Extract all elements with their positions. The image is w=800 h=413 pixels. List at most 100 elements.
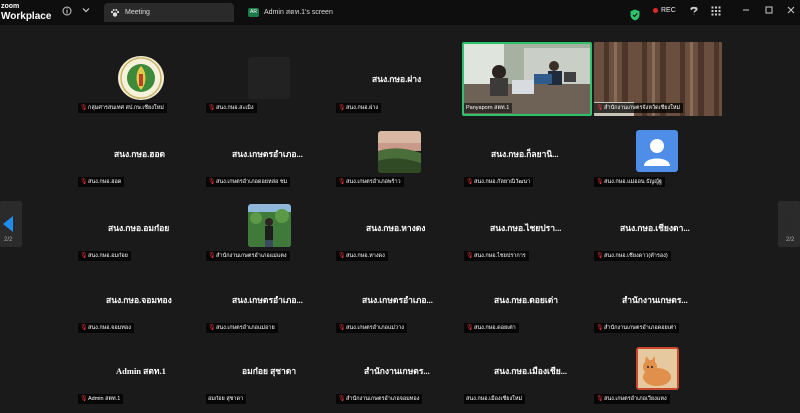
mic-muted-icon: 🎙 [596,104,604,111]
participant-photo-person [248,204,291,247]
participant-display-name: สนง.เกษตรอำเภอ... [232,295,303,305]
participant-name: สนง.กษอ.ฮอด [88,179,122,185]
participant-display-name: สำนักงานเกษตร... [622,295,688,305]
participant-name-tag: 🎙 สนง.เกษตรอำเภอดอยหล่อ ชม [206,177,291,187]
chevron-down-icon[interactable] [80,6,92,18]
participant-display-name: อมก๋อย สุชาดา [242,366,297,376]
mic-muted-icon: 🎙 [596,324,604,331]
participant-name-tag: 🎙 Admin สตท.1 [78,394,124,404]
page-indicator-right: 2/2 [786,237,795,243]
page-indicator-left: 2/2 [4,237,13,243]
mic-muted-icon: 🎙 [80,104,88,111]
participant-display-name: สนง.กษอ.อมก๋อย [108,223,170,233]
participant-display-name: สนง.เกษตรอำเภอ... [232,149,303,159]
participant-display-name: Admin สตท.1 [116,366,166,376]
participant-name: Panyaporn สตท.1 [466,105,510,111]
participant-name: สนง.กษอ.ไชยปราการ [474,253,526,259]
apps-grid-icon[interactable] [710,6,722,18]
participant-name-tag: 🎙 สนง.เกษตรอำเภอแม่วาง [336,323,407,333]
participant-name-tag: 🎙 สนง.กษอ.จอมทอง [78,323,134,333]
participant-display-name: สนง.กษอ.ก็ลยานิ... [491,149,559,159]
mic-muted-icon: 🎙 [80,252,88,259]
participant-name-tag: 🎙 สนง.กษอ.ฝาง [336,103,382,113]
participant-name: สำนักงานเกษตรอำเภอดอยเต่า [604,325,677,331]
participant-photo-cat [636,347,679,390]
participant-name: สำนักงานเกษตรจังหวัดเชียงใหม่ [604,105,681,111]
participant-display-name: สำนักงานเกษตร... [364,366,430,376]
participant-display-name: สนง.กษอ.เมืองเชีย... [494,366,568,376]
participant-video-off [248,57,290,99]
participant-name: สนง.กษอ.อมก๋อย [88,253,128,259]
mic-muted-icon: 🎙 [338,104,346,111]
participant-name-tag: 🎙 สนง.เกษตรอำเภอแม่อาย [206,323,278,333]
help-icon[interactable] [688,6,700,18]
title-bar: zoom Workplace Meeting AR Admin สตท.1's … [0,0,800,25]
default-avatar-icon [636,130,678,172]
participant-name-tag: 🎙 กลุ่มศารสนเทศ สป.กษ.เชียงใหม่ [78,103,167,113]
participant-display-name: สนง.กษอ.ไชยปรา... [490,223,562,233]
mic-muted-icon: 🎙 [208,104,216,111]
shield-icon[interactable] [630,6,640,21]
participant-name-tag: 🎙 สนง.กษอ.ฮอด [78,177,125,187]
tab-meeting[interactable]: Meeting [104,3,234,22]
gallery-grid: 2/2 2/2 🎙 กลุ่มศารสนเทศ สป.กษ.เชียงใหม่ 🎙… [0,25,800,413]
mic-muted-icon: 🎙 [208,178,216,185]
participant-photo-landscape [378,131,421,173]
participant-display-name: สนง.เกษตรอำเภอ... [362,295,433,305]
mic-muted-icon: 🎙 [80,178,88,185]
participant-display-name: สนง.กษอ.ฝาง [372,74,422,84]
mic-muted-icon: 🎙 [466,252,474,259]
tab-screen-label: Admin สตท.1's screen [264,9,333,16]
participant-name: กลุ่มศารสนเทศ สป.กษ.เชียงใหม่ [88,105,164,111]
rec-label: REC [661,7,676,14]
participant-name: สำนักงานเกษตรอำเภอแม่แตง [216,253,287,259]
participant-name: สำนักงานเกษตรอำเภอจอมทอง [346,396,420,402]
participant-name-tag: 🎙 สนง.กษอ.กัลยาณิวัฒนา [464,177,534,187]
participant-display-name: สนง.กษอ.หางดง [366,223,426,233]
mic-muted-icon: 🎙 [80,395,88,402]
participant-name: สนง.กษอ.ดอยเต่า [474,325,516,331]
recording-indicator[interactable]: REC [653,7,676,14]
mic-muted-icon: 🎙 [596,395,604,402]
mic-muted-icon: 🎙 [338,252,346,259]
tab-screen-badge: AR [248,8,259,17]
arrow-right-icon [785,216,795,232]
participant-name-tag: 🎙 สนง.เกษตรอำเภอเวียงแหง [594,394,670,404]
participant-name-tag: Panyaporn สตท.1 [464,103,513,113]
participant-name-tag: 🎙 สำนักงานเกษตรจังหวัดเชียงใหม่ [594,103,684,113]
paw-icon [110,8,120,18]
participant-name-tag: 🎙 สนง.กษอ.สะเมิง [206,103,257,113]
participant-name: สนง.เกษตรอำเภอดอยหล่อ ชม [216,179,288,185]
mic-muted-icon: 🎙 [338,395,346,402]
participant-name: สนง.กษอ.สะเมิง [216,105,254,111]
participant-name: สนง.กษอ.กัลยาณิวัฒนา [474,179,531,185]
participant-name: สนง.กษอ.แม่ออน ธัญญ์ฐ [604,179,662,185]
mic-muted-icon: 🎙 [596,252,604,259]
mic-muted-icon: 🎙 [466,178,474,185]
mic-muted-icon: 🎙 [338,324,346,331]
tab-screen-share[interactable]: AR Admin สตท.1's screen [244,3,384,22]
participant-name-tag: 🎙 สนง.เกษตรอำเภอพร้าว [336,177,404,187]
participant-name: Admin สตท.1 [88,396,121,402]
zoom-logo: zoom Workplace [1,2,51,22]
participant-name: สนง.กษอ.เมืองเชียงใหม่ [466,396,523,402]
participant-name: สนง.กษอ.เชียงดาว(ตำรอง) [604,253,668,259]
participant-name: สนง.เกษตรอำเภอเวียงแหง [604,396,667,402]
tab-meeting-label: Meeting [125,9,150,16]
participant-name: สนง.เกษตรอำเภอพร้าว [346,179,401,185]
minimize-icon[interactable] [740,6,752,18]
participant-name-tag: 🎙 สำนักงานเกษตรอำเภอดอยเต่า [594,323,680,333]
close-icon[interactable] [785,6,797,18]
arrow-left-icon [3,216,13,232]
participant-name-tag: อมก๋อย สุชาดา [206,394,247,404]
participant-name: สนง.เกษตรอำเภอแม่วาง [346,325,404,331]
participant-name-tag: 🎙 สนง.กษอ.เชียงดาว(ตำรอง) [594,251,671,261]
participant-name-tag: 🎙 สนง.กษอ.ไชยปราการ [464,251,529,261]
participant-display-name: สนง.กษอ.จอมทอง [106,295,172,305]
participant-name: อมก๋อย สุชาดา [208,396,244,402]
info-icon[interactable] [61,6,73,18]
maximize-icon[interactable] [763,6,775,18]
mic-muted-icon: 🎙 [596,178,604,185]
participant-display-name: สนง.กษอ.เชียงดา... [620,223,690,233]
mic-muted-icon: 🎙 [466,324,474,331]
